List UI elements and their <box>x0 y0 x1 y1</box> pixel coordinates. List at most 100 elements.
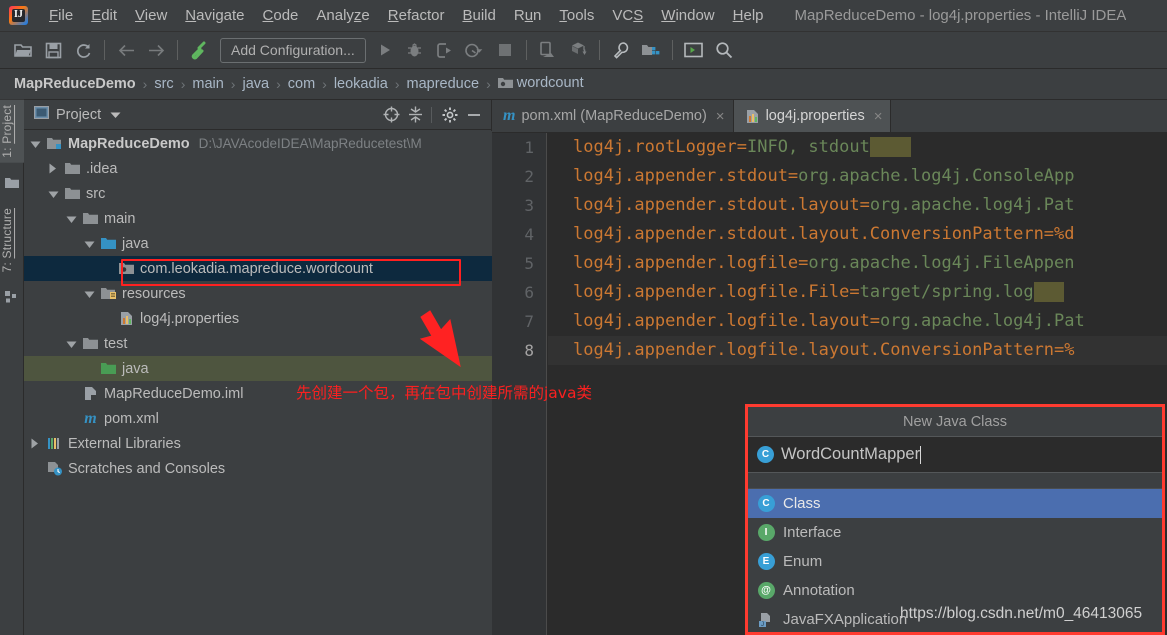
tree-node-log4j-properties[interactable]: log4j.properties <box>24 306 492 331</box>
code-line[interactable]: log4j.appender.stdout.layout.ConversionP… <box>548 220 1167 249</box>
collapse-all-icon[interactable] <box>404 104 426 126</box>
chevron-down-icon[interactable] <box>84 287 98 301</box>
locate-target-icon[interactable] <box>380 104 402 126</box>
menu-item-vcs[interactable]: VCS <box>603 5 652 26</box>
tree-node-mapreducedemo[interactable]: MapReduceDemo D:\JAVAcodeIDEA\MapReducete… <box>24 131 492 156</box>
tree-node-path: D:\JAVAcodeIDEA\MapReducetest\M <box>198 136 422 151</box>
code-line[interactable]: log4j.rootLogger=INFO, stdout <box>548 133 1167 162</box>
code-line[interactable]: log4j.appender.logfile=org.apache.log4j.… <box>548 249 1167 278</box>
build-hammer-icon[interactable] <box>185 37 213 63</box>
search-everywhere-icon[interactable] <box>710 37 738 63</box>
project-structure-icon[interactable] <box>637 37 665 63</box>
folder-icon <box>82 335 99 352</box>
breadcrumb-item-mapreduce[interactable]: mapreduce <box>407 76 480 92</box>
menu-item-tools[interactable]: Tools <box>550 5 603 26</box>
tree-node-java[interactable]: java <box>24 356 492 381</box>
project-tool-window: Project MapReduceDemo D:\JAVAcodeIDEA\Map… <box>24 100 492 635</box>
chevron-down-icon[interactable] <box>110 106 121 124</box>
menu-item-build[interactable]: Build <box>453 5 504 26</box>
project-folder-icon <box>5 176 19 190</box>
chevron-right-icon[interactable] <box>48 162 62 176</box>
run-with-coverage-icon[interactable] <box>431 37 459 63</box>
editor-tab-label: pom.xml (MapReduceDemo) <box>521 108 707 124</box>
chevron-down-icon[interactable] <box>48 187 62 201</box>
breadcrumb-item-leokadia[interactable]: leokadia <box>334 76 388 92</box>
menu-item-edit[interactable]: Edit <box>82 5 126 26</box>
breadcrumb-item-java[interactable]: java <box>242 76 269 92</box>
breadcrumb-separator: › <box>142 76 148 92</box>
tree-node-main[interactable]: main <box>24 206 492 231</box>
sidebar-item-structure[interactable]: 7: Structure <box>0 203 24 277</box>
settings-gear-icon[interactable] <box>439 104 461 126</box>
interface-i-icon: I <box>757 524 775 542</box>
option-label: Enum <box>783 553 823 570</box>
new-java-class-option-interface[interactable]: I Interface <box>748 518 1162 547</box>
chevron-down-icon[interactable] <box>84 237 98 251</box>
editor-tab-pom-xml[interactable]: m pom.xml (MapReduceDemo) × <box>492 100 734 132</box>
hide-minimize-icon[interactable] <box>463 104 485 126</box>
debug-icon[interactable] <box>401 37 429 63</box>
menu-item-navigate[interactable]: Navigate <box>176 5 253 26</box>
close-icon[interactable]: × <box>874 108 883 125</box>
breadcrumb-item-wordcount[interactable]: wordcount <box>497 75 584 93</box>
sync-refresh-icon[interactable] <box>69 37 97 63</box>
tree-node-external-libraries[interactable]: External Libraries <box>24 431 492 456</box>
chevron-down-icon[interactable] <box>30 137 44 151</box>
menu-item-window[interactable]: Window <box>652 5 723 26</box>
csdn-watermark-url: https://blog.csdn.net/m0_46413065 <box>900 605 1143 622</box>
save-all-icon[interactable] <box>39 37 67 63</box>
code-line[interactable]: log4j.appender.logfile.File=target/sprin… <box>548 278 1167 307</box>
close-icon[interactable]: × <box>716 108 725 125</box>
code-line[interactable]: log4j.appender.logfile.layout.Conversion… <box>548 336 1167 365</box>
menu-item-help[interactable]: Help <box>724 5 773 26</box>
tree-node-scratches-and-consoles[interactable]: Scratches and Consoles <box>24 456 492 481</box>
tree-node-resources[interactable]: resources <box>24 281 492 306</box>
stop-icon[interactable] <box>491 37 519 63</box>
forward-arrow-icon[interactable] <box>142 37 170 63</box>
device-manager-icon[interactable] <box>534 37 562 63</box>
breadcrumb-item-src[interactable]: src <box>154 76 173 92</box>
run-icon[interactable] <box>371 37 399 63</box>
chevron-down-icon[interactable] <box>66 212 80 226</box>
menu-item-file[interactable]: File <box>40 5 82 26</box>
code-value-token: target/spring.log <box>859 282 1034 302</box>
intellij-idea-window: IJ File Edit View Navigate Code Analyze Refact… <box>0 0 1167 635</box>
breadcrumb-item-mapreducedemo[interactable]: MapReduceDemo <box>14 76 136 92</box>
open-folder-icon[interactable] <box>9 37 37 63</box>
profiler-dropdown-icon[interactable] <box>461 37 489 63</box>
class-name-input[interactable]: C WordCountMapper <box>748 437 1162 473</box>
tree-node-com-leokadia-mapreduce-wordcount[interactable]: com.leokadia.mapreduce.wordcount <box>24 256 492 281</box>
menu-item-code[interactable]: Code <box>254 5 308 26</box>
menu-item-run[interactable]: Run <box>505 5 551 26</box>
menu-item-view[interactable]: View <box>126 5 176 26</box>
new-java-class-option-enum[interactable]: E Enum <box>748 547 1162 576</box>
line-number: 6 <box>524 283 534 302</box>
tree-node-src[interactable]: src <box>24 181 492 206</box>
add-configuration-button[interactable]: Add Configuration... <box>220 37 366 63</box>
line-number: 2 <box>524 167 534 186</box>
sdk-download-icon[interactable] <box>564 37 592 63</box>
new-java-class-option-class[interactable]: C Class <box>748 489 1162 518</box>
enum-e-icon: E <box>757 553 775 571</box>
tree-node-java[interactable]: java <box>24 231 492 256</box>
tree-node--idea[interactable]: .idea <box>24 156 492 181</box>
editor-tab-log4j-properties[interactable]: log4j.properties × <box>733 100 892 132</box>
chevron-down-icon[interactable] <box>66 337 80 351</box>
code-line[interactable]: log4j.appender.stdout.layout=org.apache.… <box>548 191 1167 220</box>
code-line[interactable]: log4j.appender.logfile.layout=org.apache… <box>548 307 1167 336</box>
left-tool-window-bar: 1: Project 7: Structure <box>0 100 24 635</box>
breadcrumb-item-main[interactable]: main <box>192 76 223 92</box>
terminal-icon[interactable] <box>680 37 708 63</box>
new-java-class-option-annotation[interactable]: @ Annotation <box>748 576 1162 605</box>
tree-node-pom-xml[interactable]: m pom.xml <box>24 406 492 431</box>
sidebar-item-project[interactable]: 1: Project <box>0 100 24 163</box>
breadcrumb-item-com[interactable]: com <box>288 76 315 92</box>
chevron-right-icon[interactable] <box>30 437 44 451</box>
code-line[interactable]: log4j.appender.stdout=org.apache.log4j.C… <box>548 162 1167 191</box>
menu-item-analyze[interactable]: Analyze <box>307 5 378 26</box>
settings-wrench-icon[interactable] <box>607 37 635 63</box>
back-arrow-icon[interactable] <box>112 37 140 63</box>
maven-file-icon: m <box>84 409 97 427</box>
menu-item-refactor[interactable]: Refactor <box>379 5 454 26</box>
tree-node-test[interactable]: test <box>24 331 492 356</box>
